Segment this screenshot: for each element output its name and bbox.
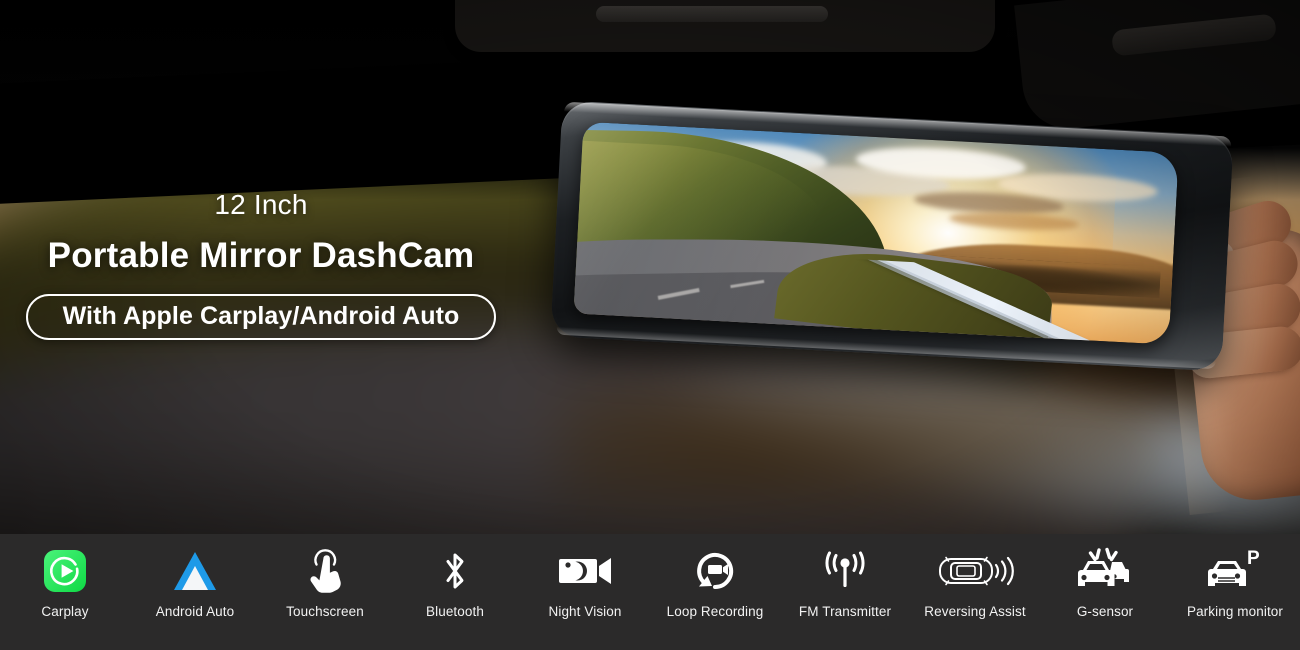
feature-label: Reversing Assist <box>924 604 1026 619</box>
fm-transmitter-icon <box>818 546 872 596</box>
g-sensor-icon <box>1074 546 1136 596</box>
feature-bar: Carplay Android Auto Touchscreen Bluetoo… <box>0 534 1300 650</box>
feature-item-android-auto[interactable]: Android Auto <box>130 534 260 619</box>
feature-item-carplay[interactable]: Carplay <box>0 534 130 619</box>
product-banner: 12 Inch Portable Mirror DashCam With App… <box>0 0 1300 650</box>
feature-item-g-sensor[interactable]: G-sensor <box>1040 534 1170 619</box>
overhead-console-vent <box>596 6 828 22</box>
feature-label: Loop Recording <box>666 604 764 619</box>
page-title: Portable Mirror DashCam <box>47 235 475 275</box>
mirror-dashcam-device <box>550 100 1234 372</box>
feature-label: Night Vision <box>548 604 622 619</box>
night-vision-icon <box>557 546 613 596</box>
feature-label: Parking monitor <box>1186 604 1284 619</box>
feature-item-fm-transmitter[interactable]: FM Transmitter <box>780 534 910 619</box>
kicker-text: 12 Inch <box>214 189 308 220</box>
headline-block: 12 Inch Portable Mirror DashCam With App… <box>26 189 496 340</box>
svg-text:P: P <box>1247 548 1260 569</box>
bluetooth-icon <box>437 546 473 596</box>
loop-recording-icon <box>691 546 739 596</box>
hero-section: 12 Inch Portable Mirror DashCam With App… <box>0 0 1300 534</box>
feature-label: Bluetooth <box>426 604 484 619</box>
background-bottom-shade <box>0 433 1300 534</box>
feature-item-reversing-assist[interactable]: Reversing Assist <box>910 534 1040 619</box>
touchscreen-icon <box>303 546 347 596</box>
feature-label: G-sensor <box>1076 604 1134 619</box>
feature-label: FM Transmitter <box>798 604 892 619</box>
feature-item-parking-monitor[interactable]: P Parking monitor <box>1170 534 1300 619</box>
feature-label: Touchscreen <box>286 604 364 619</box>
parking-monitor-icon: P <box>1205 546 1265 596</box>
reversing-assist-icon <box>937 546 1014 596</box>
device-screen[interactable] <box>573 121 1179 345</box>
feature-item-night-vision[interactable]: Night Vision <box>520 534 650 619</box>
carplay-icon <box>43 546 87 596</box>
feature-item-loop-recording[interactable]: Loop Recording <box>650 534 780 619</box>
feature-item-bluetooth[interactable]: Bluetooth <box>390 534 520 619</box>
android-auto-icon <box>171 546 219 596</box>
feature-label: Android Auto <box>155 604 235 619</box>
screen-scene-sunset-road <box>573 121 1179 345</box>
feature-label: Carplay <box>41 604 89 619</box>
compatibility-badge: With Apple Carplay/Android Auto <box>26 293 496 340</box>
feature-item-touchscreen[interactable]: Touchscreen <box>260 534 390 619</box>
